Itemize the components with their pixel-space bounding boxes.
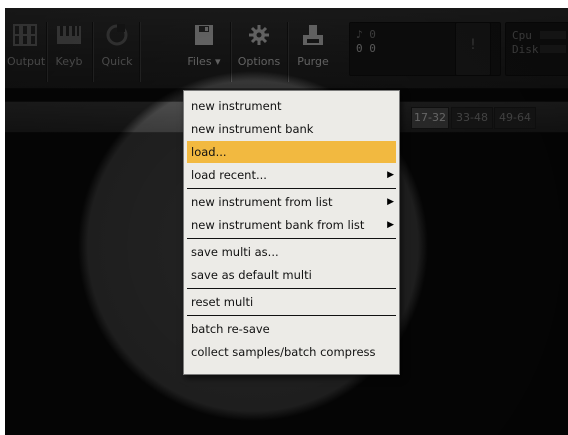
menu-item-reset-multi[interactable]: reset multi: [187, 291, 396, 313]
menu-divider: [187, 315, 396, 316]
submenu-arrow-icon: ▶: [387, 170, 394, 180]
options-label: Options: [237, 55, 281, 68]
menu-item-label: load recent...: [191, 168, 267, 182]
alert-button[interactable]: !: [455, 22, 491, 76]
menu-item-load-recent[interactable]: load recent... ▶: [187, 164, 396, 186]
menu-item-new-instrument-from-list[interactable]: new instrument from list ▶: [187, 191, 396, 213]
quick-label: Quick: [101, 55, 133, 68]
files-label: Files: [187, 55, 212, 68]
cpu-label: Cpu: [512, 29, 532, 42]
menu-item-save-as-default-multi[interactable]: save as default multi: [187, 264, 396, 286]
disk-label: Disk: [512, 43, 539, 56]
menu-item-label: new instrument: [191, 99, 282, 113]
gear-icon: [234, 22, 284, 52]
quick-load-icon: [97, 22, 137, 52]
purge-button[interactable]: Purge: [290, 22, 336, 84]
menu-item-new-instrument-bank[interactable]: new instrument bank: [187, 118, 396, 140]
keyboard-label: Keyb: [55, 55, 83, 68]
voices-count: 0 0: [356, 42, 376, 55]
menu-item-label: new instrument bank from list: [191, 218, 365, 232]
keyboard-icon: [49, 22, 89, 52]
menu-divider: [187, 188, 396, 189]
menu-item-label: new instrument from list: [191, 195, 333, 209]
output-icon: [7, 22, 43, 52]
toolbar-divider: [139, 22, 140, 82]
toolbar-divider: [230, 22, 231, 82]
menu-item-new-instrument[interactable]: new instrument: [187, 95, 396, 117]
menu-item-label: collect samples/batch compress: [191, 345, 376, 359]
cpu-bar: [540, 31, 566, 39]
purge-icon: [290, 22, 336, 52]
page-tab-49-64[interactable]: 49-64: [494, 107, 536, 129]
menu-item-new-instrument-bank-from-list[interactable]: new instrument bank from list ▶: [187, 214, 396, 236]
page-tab-33-48[interactable]: 33-48: [451, 107, 493, 129]
files-menu-button[interactable]: Files ▾: [181, 22, 227, 84]
menu-item-label: save multi as...: [191, 245, 279, 259]
toolbar-divider: [46, 22, 47, 82]
menu-item-label: new instrument bank: [191, 122, 314, 136]
menu-item-label: reset multi: [191, 295, 254, 309]
options-button[interactable]: Options: [234, 22, 284, 84]
toolbar-divider: [92, 22, 93, 82]
toolbar: Output Keyb Quick Files ▾ Options Purge …: [5, 8, 568, 89]
alert-icon: !: [468, 37, 478, 53]
files-dropdown-menu: new instrument new instrument bank load.…: [183, 90, 400, 375]
menu-item-collect-samples-batch-compress[interactable]: collect samples/batch compress: [187, 341, 396, 363]
toolbar-divider: [287, 22, 288, 82]
submenu-arrow-icon: ▶: [387, 197, 394, 207]
menu-item-label: save as default multi: [191, 268, 312, 282]
menu-divider: [187, 238, 396, 239]
menu-item-load[interactable]: load...: [187, 141, 396, 163]
output-label: Output: [7, 55, 46, 68]
quick-button[interactable]: Quick: [97, 22, 137, 84]
menu-item-label: batch re-save: [191, 322, 270, 336]
disk-bar: [540, 45, 566, 53]
keyboard-button[interactable]: Keyb: [49, 22, 89, 84]
purge-label: Purge: [297, 55, 329, 68]
menu-item-batch-re-save[interactable]: batch re-save: [187, 318, 396, 340]
floppy-disk-icon: [181, 22, 227, 52]
page-tab-17-32[interactable]: 17-32: [411, 107, 449, 129]
menu-divider: [187, 288, 396, 289]
app-window: Output Keyb Quick Files ▾ Options Purge …: [5, 8, 568, 435]
submenu-arrow-icon: ▶: [387, 220, 394, 230]
output-button[interactable]: Output: [7, 22, 46, 84]
chevron-down-icon: ▾: [215, 55, 221, 68]
menu-item-save-multi-as[interactable]: save multi as...: [187, 241, 396, 263]
menu-item-label: load...: [191, 145, 227, 159]
voices-indicator: ♪ 0: [356, 28, 376, 41]
cpu-disk-meter: Cpu Disk: [505, 22, 568, 76]
